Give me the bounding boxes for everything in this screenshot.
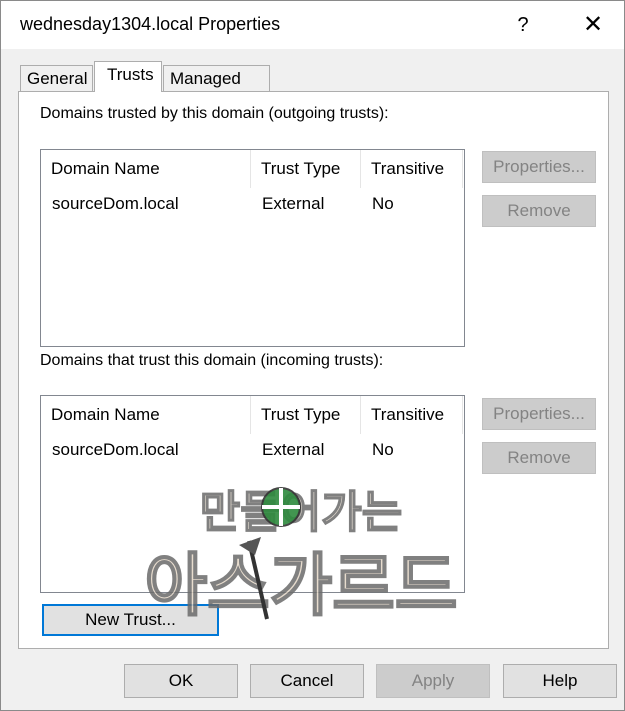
incoming-remove-button[interactable]: Remove — [482, 442, 596, 474]
window-title: wednesday1304.local Properties — [20, 14, 281, 34]
column-trust-type[interactable]: Trust Type — [251, 150, 361, 188]
cancel-button[interactable]: Cancel — [250, 664, 364, 698]
outgoing-trusts-list[interactable]: Domain Name Trust Type Transitive source… — [40, 149, 465, 347]
incoming-trusts-label: Domains that trust this domain (incoming… — [40, 352, 384, 369]
outgoing-trusts-label: Domains trusted by this domain (outgoing… — [40, 105, 389, 122]
column-transitive[interactable]: Transitive — [361, 396, 463, 434]
row-transitive: No — [372, 194, 394, 213]
column-domain-name[interactable]: Domain Name — [41, 396, 251, 434]
tab-trusts[interactable]: Trusts — [94, 61, 162, 92]
row-domain-name: sourceDom.local — [52, 194, 179, 213]
row-transitive: No — [372, 440, 394, 459]
incoming-properties-button[interactable]: Properties... — [482, 398, 596, 430]
outgoing-remove-button[interactable]: Remove — [482, 195, 596, 227]
tab-managed-by[interactable]: Managed By — [163, 65, 270, 114]
tab-general[interactable]: General — [20, 65, 93, 91]
outgoing-properties-button[interactable]: Properties... — [482, 151, 596, 183]
incoming-trusts-list[interactable]: Domain Name Trust Type Transitive source… — [40, 395, 465, 593]
row-trust-type: External — [262, 194, 325, 213]
column-trust-type[interactable]: Trust Type — [251, 396, 361, 434]
properties-window: wednesday1304.local Properties ? ✕ Gener… — [0, 0, 625, 711]
column-domain-name[interactable]: Domain Name — [41, 150, 251, 188]
close-button[interactable]: ✕ — [575, 9, 611, 41]
help-title-button[interactable]: ? — [507, 9, 539, 41]
title-bar: wednesday1304.local Properties ? ✕ — [1, 1, 624, 49]
apply-button[interactable]: Apply — [376, 664, 490, 698]
column-transitive[interactable]: Transitive — [361, 150, 463, 188]
help-button[interactable]: Help — [503, 664, 617, 698]
ok-button[interactable]: OK — [124, 664, 238, 698]
row-trust-type: External — [262, 440, 325, 459]
new-trust-button[interactable]: New Trust... — [42, 604, 219, 636]
row-domain-name: sourceDom.local — [52, 440, 179, 459]
